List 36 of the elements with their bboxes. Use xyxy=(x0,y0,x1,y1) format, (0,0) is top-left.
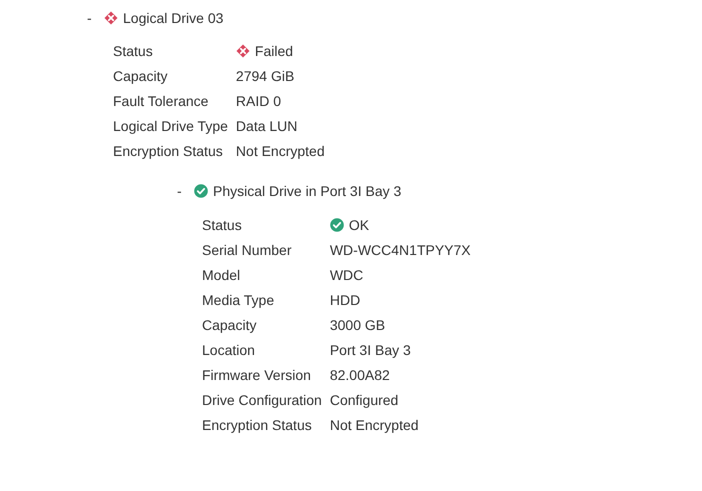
error-icon xyxy=(236,44,250,58)
property-label: Logical Drive Type xyxy=(113,116,228,136)
property-value: HDD xyxy=(330,292,360,308)
node-title[interactable]: Logical Drive 03 xyxy=(123,10,224,26)
property-label: Encryption Status xyxy=(202,416,313,435)
property-label: Drive Configuration xyxy=(202,390,322,410)
property-value: WD-WCC4N1TPYY7X xyxy=(330,242,471,258)
collapse-toggle[interactable]: - xyxy=(85,10,104,26)
property-label: Firmware Version xyxy=(202,366,312,384)
check-icon xyxy=(194,184,208,198)
collapse-toggle[interactable]: - xyxy=(175,183,194,199)
node-title[interactable]: Physical Drive in Port 3I Bay 3 xyxy=(213,183,402,199)
property-label: Capacity xyxy=(113,66,168,86)
property-value: Not Encrypted xyxy=(236,142,325,158)
property-value: RAID 0 xyxy=(236,92,282,108)
check-icon xyxy=(330,218,344,232)
property-label: Media Type xyxy=(202,290,276,310)
error-icon xyxy=(104,11,118,25)
property-label: Model xyxy=(202,266,242,284)
property-label: Status xyxy=(202,216,243,234)
property-value: 82.00A82 xyxy=(330,366,390,382)
property-value: Port 3I Bay 3 xyxy=(330,342,411,358)
property-label: Capacity xyxy=(202,316,258,335)
property-label: Fault Tolerance xyxy=(113,92,210,110)
property-label: Status xyxy=(113,42,154,60)
property-value: 2794 GiB xyxy=(236,68,294,84)
property-value: WDC xyxy=(330,266,364,282)
property-label: Location xyxy=(202,340,256,360)
property-value: 3000 GB xyxy=(330,316,386,332)
property-label: Serial Number xyxy=(202,240,292,260)
property-value: OK xyxy=(348,216,370,232)
property-label: Encryption Status xyxy=(113,142,224,161)
property-value: Data LUN xyxy=(236,118,298,134)
property-value: Failed xyxy=(254,42,294,58)
property-value: Not Encrypted xyxy=(330,416,419,432)
property-value: Configured xyxy=(330,392,398,408)
